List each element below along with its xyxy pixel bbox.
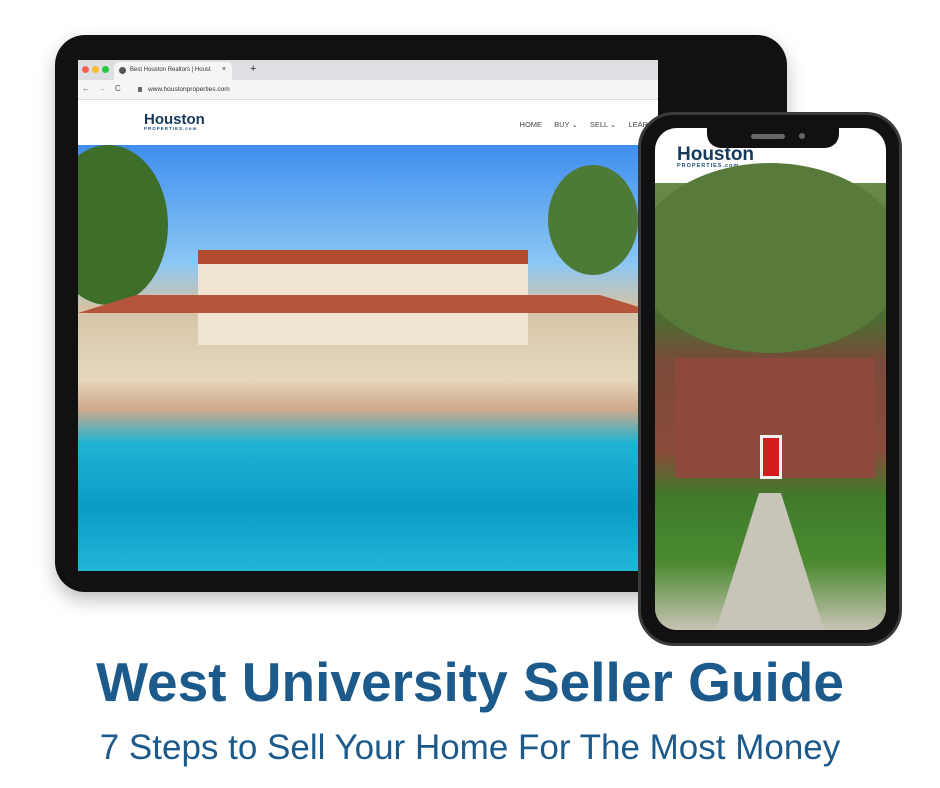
- subheadline: 7 Steps to Sell Your Home For The Most M…: [99, 728, 841, 767]
- hero-photo-pool-house: [78, 145, 658, 571]
- logo-subtext: PROPERTIES.com: [144, 126, 198, 131]
- nav-home[interactable]: HOME: [520, 120, 543, 129]
- url-input[interactable]: www.houstonproperties.com: [148, 86, 230, 93]
- tree-canopy: [655, 163, 886, 353]
- camera-icon: [799, 133, 805, 139]
- red-door: [760, 435, 782, 479]
- site-header: Houston PROPERTIES.com HOME BUY ⌄ SELL ⌄…: [78, 100, 658, 145]
- phone-screen: Houston PROPERTIES.com: [655, 128, 886, 630]
- back-icon[interactable]: ←: [82, 84, 90, 93]
- browser-tab-bar: Best Houston Realtors | Houst × +: [78, 60, 658, 80]
- site-nav: HOME BUY ⌄ SELL ⌄ LEAR: [520, 120, 658, 129]
- phone-notch: [707, 128, 839, 148]
- close-window-dot[interactable]: [82, 66, 89, 73]
- nav-sell[interactable]: SELL ⌄: [590, 120, 616, 129]
- nav-buy[interactable]: BUY ⌄: [554, 120, 578, 129]
- phone-frame: Houston PROPERTIES.com: [638, 112, 902, 646]
- walkway: [715, 493, 825, 630]
- tree: [78, 145, 168, 305]
- maximize-window-dot[interactable]: [102, 66, 109, 73]
- tab-title: Best Houston Realtors | Houst: [130, 67, 211, 73]
- roof: [78, 295, 658, 313]
- logo-text: Houston: [144, 111, 205, 128]
- lock-icon: [138, 87, 142, 92]
- forward-icon[interactable]: →: [98, 84, 106, 93]
- minimize-window-dot[interactable]: [92, 66, 99, 73]
- browser-tab[interactable]: Best Houston Realtors | Houst ×: [114, 62, 232, 80]
- speaker-icon: [751, 134, 785, 139]
- tablet-screen: Best Houston Realtors | Houst × + ← → C …: [78, 60, 658, 571]
- address-bar: ← → C www.houstonproperties.com: [78, 80, 658, 100]
- close-tab-icon[interactable]: ×: [222, 66, 226, 73]
- phone-photo-brick-house: [655, 163, 886, 630]
- new-tab-button[interactable]: +: [250, 63, 256, 75]
- reload-icon[interactable]: C: [115, 84, 121, 93]
- headline: West University Seller Guide: [96, 651, 844, 713]
- globe-icon: [119, 67, 126, 74]
- palm-tree: [548, 165, 638, 275]
- site-logo[interactable]: Houston PROPERTIES.com: [144, 112, 205, 132]
